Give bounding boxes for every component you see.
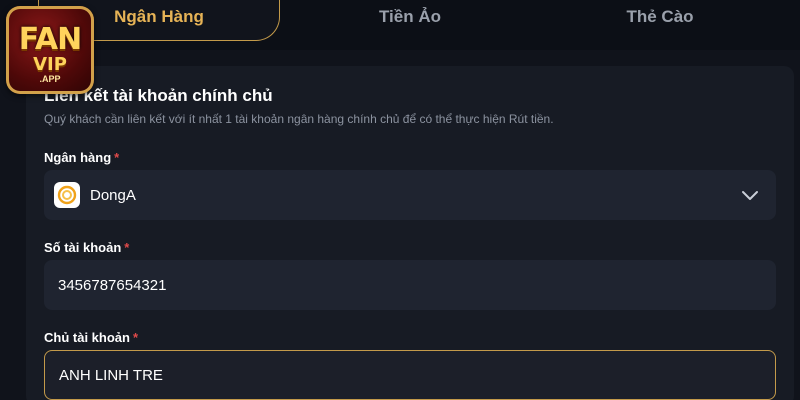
method-tabs: Ngân Hàng Tiền Ảo Thẻ Cào xyxy=(0,0,800,50)
account-holder-label: Chủ tài khoản * xyxy=(44,330,139,345)
form-description: Quý khách cần liên kết với ít nhất 1 tài… xyxy=(44,112,554,126)
logo-text-app: .APP xyxy=(39,74,61,84)
logo-text-vip: VIP xyxy=(33,54,67,75)
bank-label: Ngân hàng * xyxy=(44,150,120,165)
donga-bank-icon xyxy=(54,182,80,208)
account-number-value: 3456787654321 xyxy=(58,276,167,294)
required-mark: * xyxy=(132,330,139,345)
chevron-down-icon[interactable] xyxy=(740,185,760,205)
required-mark: * xyxy=(124,240,130,255)
fanvip-logo: FAN VIP .APP xyxy=(6,6,94,94)
tab-tien-ao[interactable]: Tiền Ảo xyxy=(310,0,510,40)
bank-select-value: DongA xyxy=(90,186,136,204)
account-number-input[interactable]: 3456787654321 xyxy=(44,260,776,310)
account-number-label: Số tài khoản * xyxy=(44,240,130,255)
account-holder-input[interactable]: ANH LINH TRE xyxy=(44,350,776,400)
bank-select[interactable]: DongA xyxy=(44,170,776,220)
account-holder-value: ANH LINH TRE xyxy=(59,366,163,384)
required-mark: * xyxy=(114,150,120,165)
link-account-card: Liên kết tài khoản chính chủ Quý khách c… xyxy=(26,66,794,400)
logo-text-fan: FAN xyxy=(18,22,82,57)
tab-the-cao[interactable]: Thẻ Cào xyxy=(560,0,760,40)
withdraw-screen: Ngân Hàng Tiền Ảo Thẻ Cào FAN VIP .APP L… xyxy=(0,0,800,400)
